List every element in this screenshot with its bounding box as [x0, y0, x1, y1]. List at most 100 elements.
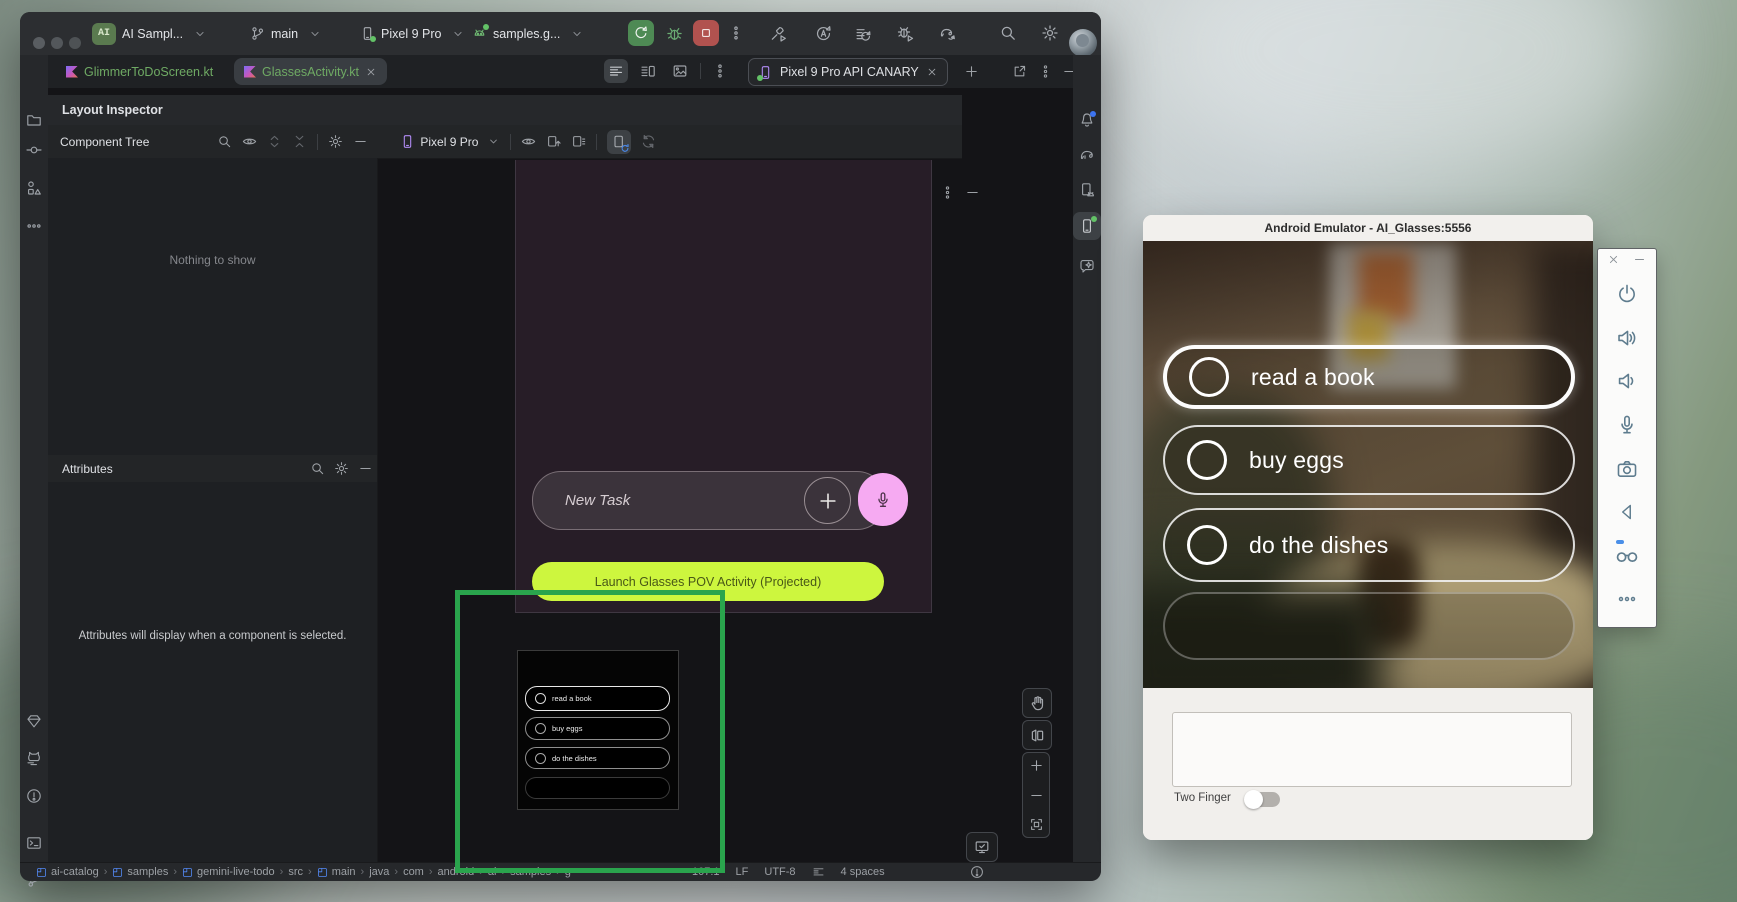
design-view-button[interactable] [668, 59, 692, 83]
gemini-chat-icon[interactable] [1079, 258, 1095, 274]
stop-button[interactable] [693, 20, 719, 46]
inspector-more-options-icon[interactable] [940, 185, 955, 200]
line-separator[interactable]: LF [736, 866, 749, 878]
panel-more-options-icon[interactable] [1038, 64, 1053, 79]
indent-setting[interactable]: 4 spaces [841, 866, 885, 878]
breadcrumb-item[interactable]: main [332, 866, 356, 878]
todo-checkbox-circle[interactable] [1189, 357, 1229, 397]
terminal-icon[interactable] [26, 835, 42, 851]
close-device-tab-icon[interactable] [926, 66, 938, 78]
snapshot-list-icon[interactable] [571, 134, 586, 149]
problems-icon[interactable] [26, 788, 42, 804]
camera-icon[interactable] [1616, 458, 1638, 480]
zoom-fit-button[interactable] [1029, 817, 1044, 832]
problems-status-icon[interactable] [970, 865, 984, 879]
trackpad-input-area[interactable] [1172, 712, 1572, 787]
refresh-layout-icon[interactable] [641, 134, 656, 149]
indent-icon[interactable] [812, 866, 825, 879]
collapse-all-icon[interactable] [292, 134, 307, 149]
volume-up-icon[interactable] [1616, 327, 1638, 349]
close-button[interactable] [33, 37, 45, 49]
attributes-hide-icon[interactable] [358, 461, 373, 476]
tree-hide-icon[interactable] [353, 134, 368, 149]
zoom-button[interactable] [69, 37, 81, 49]
apply-changes-restart-icon[interactable] [815, 25, 832, 42]
todo-pill[interactable]: do the dishes [1163, 508, 1575, 582]
app-inspection-diamond-icon[interactable] [26, 713, 42, 729]
toggle-overlay-eye-icon[interactable] [521, 134, 536, 149]
rerun-button[interactable] [628, 20, 654, 46]
toolbar-close-icon[interactable] [1607, 253, 1620, 266]
resource-manager-icon[interactable] [26, 180, 42, 196]
ui-check-button[interactable] [966, 832, 998, 862]
commit-tool-icon[interactable] [26, 142, 42, 158]
toolbar-minimize-icon[interactable] [1633, 253, 1646, 266]
settings-gear-icon[interactable] [1041, 24, 1059, 42]
device-selector-widget[interactable]: Pixel 9 Pro [360, 12, 465, 55]
breadcrumb-item[interactable]: samples [127, 866, 168, 878]
add-task-button[interactable] [804, 477, 851, 524]
snapshot-export-icon[interactable] [546, 134, 561, 149]
back-icon[interactable] [1617, 502, 1637, 522]
run-config-widget[interactable]: samples.g... [472, 12, 584, 55]
open-in-window-icon[interactable] [1012, 64, 1027, 79]
voice-input-button[interactable] [858, 473, 908, 526]
minimize-button[interactable] [51, 37, 63, 49]
zoom-out-button[interactable] [1029, 788, 1044, 803]
attributes-gear-icon[interactable] [334, 461, 349, 476]
zoom-in-button[interactable] [1029, 758, 1044, 773]
project-tool-icon[interactable] [26, 112, 42, 128]
breadcrumb-item[interactable]: src [288, 866, 303, 878]
two-finger-toggle[interactable] [1246, 792, 1280, 807]
highlight-eye-icon[interactable] [242, 134, 257, 149]
user-avatar[interactable] [1069, 29, 1097, 57]
expand-all-icon[interactable] [267, 134, 282, 149]
device-manager-icon[interactable] [1079, 182, 1095, 198]
attributes-search-icon[interactable] [310, 461, 325, 476]
tab-glimmertodoscreen[interactable]: GlimmerToDoScreen.kt [56, 58, 223, 85]
more-options-icon[interactable] [728, 25, 744, 41]
apply-code-changes-icon[interactable] [855, 25, 872, 42]
inspector-hide-icon[interactable] [965, 185, 980, 200]
attach-debugger-icon[interactable] [897, 25, 914, 42]
more-tools-icon[interactable] [26, 218, 42, 234]
gradle-sync-icon[interactable] [939, 25, 956, 42]
search-everywhere-icon[interactable] [999, 24, 1017, 42]
gradle-tool-icon[interactable] [1079, 147, 1095, 163]
tab-glassesactivity[interactable]: GlassesActivity.kt [234, 58, 387, 85]
breadcrumb-item[interactable]: com [403, 866, 424, 878]
live-updates-toggle[interactable] [607, 130, 631, 154]
breadcrumb-item[interactable]: ai-catalog [51, 866, 99, 878]
todo-checkbox-circle[interactable] [1187, 525, 1227, 565]
debug-button[interactable] [666, 25, 683, 42]
split-view-button[interactable] [636, 59, 660, 83]
project-widget[interactable]: AI AI Sampl... [92, 12, 207, 55]
glasses-icon[interactable] [1615, 543, 1639, 567]
editor-more-options-icon[interactable] [708, 59, 732, 83]
power-icon[interactable] [1616, 283, 1638, 305]
emulator-titlebar[interactable]: Android Emulator - AI_Glasses:5556 [1143, 215, 1593, 242]
running-devices-tool-icon[interactable] [1079, 218, 1095, 234]
build-run-tests-icon[interactable] [770, 25, 787, 42]
search-icon[interactable] [217, 134, 232, 149]
breadcrumb-item[interactable]: java [369, 866, 389, 878]
vcs-branch-widget[interactable]: main [250, 12, 322, 55]
logcat-icon[interactable] [26, 750, 42, 766]
microphone-icon[interactable] [1616, 414, 1638, 436]
volume-down-icon[interactable] [1616, 370, 1638, 392]
todo-checkbox-circle[interactable] [1187, 440, 1227, 480]
device-pose-button[interactable] [1022, 720, 1052, 750]
todo-pill[interactable]: buy eggs [1163, 425, 1575, 495]
running-device-tab[interactable]: Pixel 9 Pro API CANARY [748, 58, 948, 86]
notifications-bell-icon[interactable] [1079, 112, 1095, 128]
emulator-screen[interactable]: read a book buy eggs do the dishes [1143, 241, 1593, 688]
code-view-button[interactable] [604, 59, 628, 83]
pan-hand-button[interactable] [1022, 688, 1052, 718]
more-options-icon[interactable] [1617, 589, 1637, 609]
file-encoding[interactable]: UTF-8 [764, 866, 795, 878]
inspector-device-selector[interactable]: Pixel 9 Pro [400, 134, 500, 149]
mirrored-device-screen[interactable]: New Task Launch Glasses POV Activity (Pr… [515, 160, 932, 613]
add-device-icon[interactable] [964, 64, 979, 79]
tree-settings-gear-icon[interactable] [328, 134, 343, 149]
todo-pill[interactable]: read a book [1163, 345, 1575, 409]
